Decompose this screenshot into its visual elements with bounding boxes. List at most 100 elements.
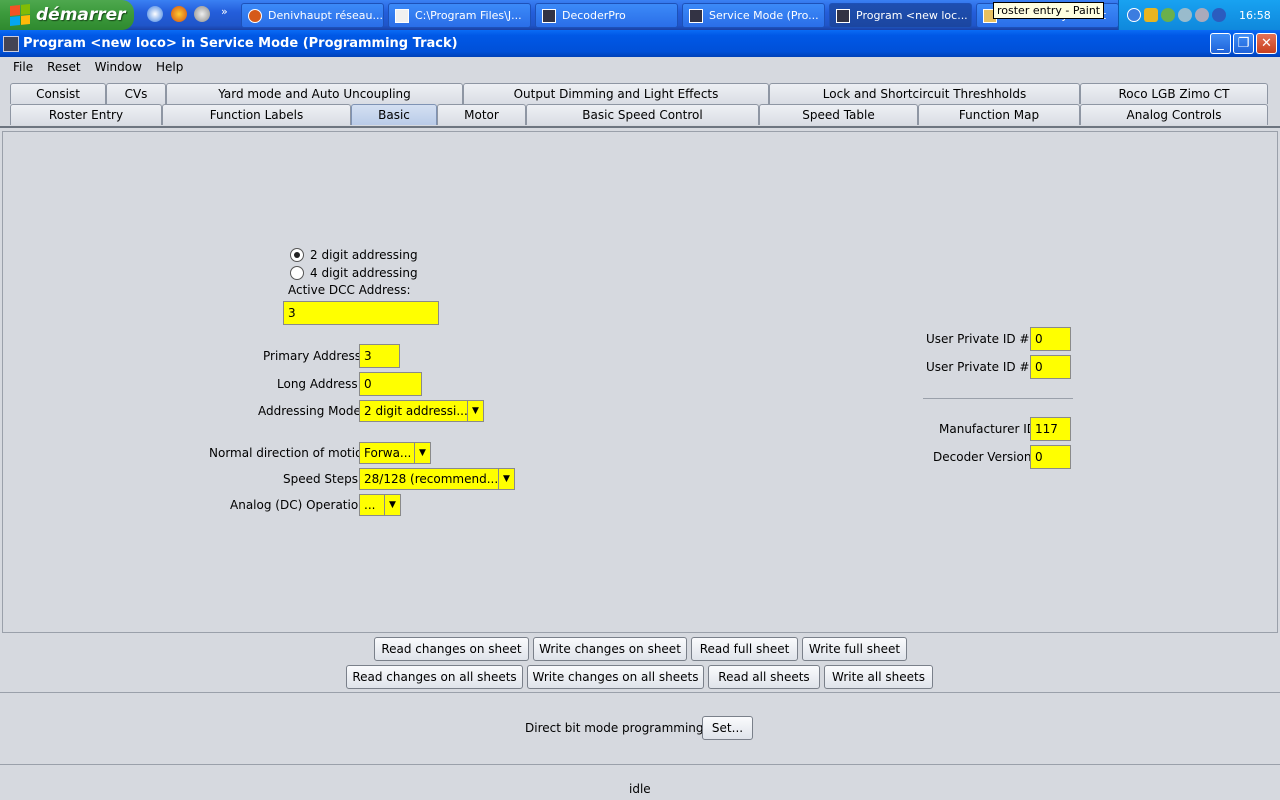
long-address-label: Long Address bbox=[277, 377, 358, 391]
radio-2digit[interactable] bbox=[290, 248, 304, 262]
primary-address-field[interactable]: 3 bbox=[359, 344, 400, 368]
tab-roco-lgb-zimo[interactable]: Roco LGB Zimo CT bbox=[1080, 83, 1268, 104]
task-denivhaupt[interactable]: Denivhaupt réseau... bbox=[241, 3, 384, 28]
analog-operation-value: ... bbox=[364, 498, 376, 512]
app-quicklaunch-icon[interactable] bbox=[194, 6, 210, 22]
menu-file[interactable]: File bbox=[6, 60, 40, 74]
task-decoderpro[interactable]: DecoderPro bbox=[535, 3, 678, 28]
write-all-button[interactable]: Write all sheets bbox=[824, 665, 933, 689]
task-label: Denivhaupt réseau... bbox=[268, 9, 384, 22]
programming-mode-label: Direct bit mode programming bbox=[525, 721, 704, 735]
task-program-new-loco[interactable]: Program <new loc... bbox=[829, 3, 972, 28]
dropdown-arrow-icon[interactable]: ▼ bbox=[498, 469, 514, 489]
messenger-icon[interactable] bbox=[1212, 8, 1226, 22]
direction-select[interactable]: Forwa... ▼ bbox=[359, 442, 431, 464]
radio-4digit-label: 4 digit addressing bbox=[310, 266, 418, 280]
tab-basic-speed-control[interactable]: Basic Speed Control bbox=[526, 104, 759, 125]
network-icon[interactable] bbox=[1161, 8, 1175, 22]
read-all-button[interactable]: Read all sheets bbox=[708, 665, 820, 689]
tab-function-labels[interactable]: Function Labels bbox=[162, 104, 351, 125]
user-id2-field[interactable]: 0 bbox=[1030, 355, 1071, 379]
dropdown-arrow-icon[interactable]: ▼ bbox=[414, 443, 430, 463]
start-button[interactable]: démarrer bbox=[0, 0, 134, 30]
tab-consist[interactable]: Consist bbox=[10, 83, 106, 104]
write-full-sheet-button[interactable]: Write full sheet bbox=[802, 637, 907, 661]
active-dcc-field[interactable]: 3 bbox=[283, 301, 439, 325]
shield-icon[interactable] bbox=[1144, 8, 1158, 22]
tab-motor[interactable]: Motor bbox=[437, 104, 526, 125]
dropdown-arrow-icon[interactable]: ▼ bbox=[384, 495, 400, 515]
task-program-files[interactable]: C:\Program Files\J... bbox=[388, 3, 531, 28]
radio-4digit[interactable] bbox=[290, 266, 304, 280]
minimize-button[interactable]: _ bbox=[1210, 33, 1231, 54]
read-full-sheet-button[interactable]: Read full sheet bbox=[691, 637, 798, 661]
tab-roster-entry[interactable]: Roster Entry bbox=[10, 104, 162, 125]
speed-steps-label: Speed Steps bbox=[283, 472, 359, 486]
direction-value: Forwa... bbox=[364, 446, 412, 460]
id-separator bbox=[923, 398, 1073, 399]
divider bbox=[0, 692, 1280, 693]
long-address-field[interactable]: 0 bbox=[359, 372, 422, 396]
manufacturer-id-label: Manufacturer ID bbox=[939, 422, 1036, 436]
window-titlebar[interactable]: Program <new loco> in Service Mode (Prog… bbox=[0, 30, 1280, 57]
basic-panel bbox=[2, 131, 1278, 633]
menubar: File Reset Window Help bbox=[0, 57, 1280, 77]
close-button[interactable]: ✕ bbox=[1256, 33, 1277, 54]
app-icon[interactable] bbox=[3, 35, 19, 52]
decoder-version-label: Decoder Version bbox=[933, 450, 1032, 464]
chevron-more-icon[interactable]: » bbox=[221, 5, 228, 18]
firefox-quicklaunch-icon[interactable] bbox=[171, 6, 187, 22]
analog-operation-label: Analog (DC) Operation bbox=[230, 498, 366, 512]
folder-icon bbox=[395, 8, 409, 23]
task-label: Service Mode (Pro... bbox=[709, 9, 819, 22]
tab-function-map[interactable]: Function Map bbox=[918, 104, 1080, 125]
loco-icon bbox=[689, 8, 703, 23]
primary-address-label: Primary Address bbox=[263, 349, 361, 363]
antivirus-icon[interactable] bbox=[1178, 8, 1192, 22]
write-changes-all-button[interactable]: Write changes on all sheets bbox=[527, 665, 704, 689]
dropdown-arrow-icon[interactable]: ▼ bbox=[467, 401, 483, 421]
decoder-version-field[interactable]: 0 bbox=[1030, 445, 1071, 469]
maximize-button[interactable]: ❐ bbox=[1233, 33, 1254, 54]
tab-yard-mode[interactable]: Yard mode and Auto Uncoupling bbox=[166, 83, 463, 104]
ie-quicklaunch-icon[interactable] bbox=[147, 6, 163, 22]
back-arrow-icon[interactable] bbox=[1127, 8, 1141, 22]
volume-icon[interactable] bbox=[1195, 8, 1209, 22]
loco-icon bbox=[836, 8, 850, 23]
user-id1-label: User Private ID #1 bbox=[926, 332, 1038, 346]
system-tray: 16:58 bbox=[1118, 0, 1280, 30]
active-dcc-label: Active DCC Address: bbox=[288, 283, 411, 297]
clock: 16:58 bbox=[1239, 8, 1271, 22]
tab-lock-shortcircuit[interactable]: Lock and Shortcircuit Threshholds bbox=[769, 83, 1080, 104]
window-title: Program <new loco> in Service Mode (Prog… bbox=[23, 36, 458, 51]
read-changes-all-button[interactable]: Read changes on all sheets bbox=[346, 665, 523, 689]
addressing-mode-value: 2 digit addressi... bbox=[364, 404, 468, 418]
tab-basic[interactable]: Basic bbox=[351, 104, 437, 125]
tab-output-dimming[interactable]: Output Dimming and Light Effects bbox=[463, 83, 769, 104]
manufacturer-id-field[interactable]: 117 bbox=[1030, 417, 1071, 441]
menu-help[interactable]: Help bbox=[149, 60, 190, 74]
tab-cvs[interactable]: CVs bbox=[106, 83, 166, 104]
task-label: C:\Program Files\J... bbox=[415, 9, 522, 22]
tab-divider bbox=[0, 126, 1280, 128]
speed-steps-value: 28/128 (recommend... bbox=[364, 472, 499, 486]
addressing-mode-select[interactable]: 2 digit addressi... ▼ bbox=[359, 400, 484, 422]
tab-speed-table[interactable]: Speed Table bbox=[759, 104, 918, 125]
radio-2digit-label: 2 digit addressing bbox=[310, 248, 418, 262]
task-label: Program <new loc... bbox=[856, 9, 968, 22]
direction-label: Normal direction of motion bbox=[209, 446, 371, 460]
speed-steps-select[interactable]: 28/128 (recommend... ▼ bbox=[359, 468, 515, 490]
read-changes-sheet-button[interactable]: Read changes on sheet bbox=[374, 637, 529, 661]
write-changes-sheet-button[interactable]: Write changes on sheet bbox=[533, 637, 687, 661]
divider bbox=[0, 764, 1280, 765]
user-id1-field[interactable]: 0 bbox=[1030, 327, 1071, 351]
menu-reset[interactable]: Reset bbox=[40, 60, 88, 74]
firefox-icon bbox=[248, 8, 262, 23]
start-label: démarrer bbox=[36, 5, 126, 25]
task-label: DecoderPro bbox=[562, 9, 626, 22]
task-service-mode[interactable]: Service Mode (Pro... bbox=[682, 3, 825, 28]
menu-window[interactable]: Window bbox=[88, 60, 149, 74]
tab-analog-controls[interactable]: Analog Controls bbox=[1080, 104, 1268, 125]
analog-operation-select[interactable]: ... ▼ bbox=[359, 494, 401, 516]
set-mode-button[interactable]: Set... bbox=[702, 716, 753, 740]
